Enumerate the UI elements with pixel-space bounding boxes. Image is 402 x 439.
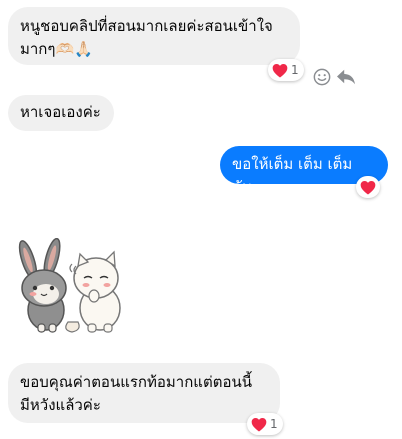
heart-icon: [360, 180, 376, 194]
reaction-badge[interactable]: 1: [356, 176, 380, 198]
message-bubble-incoming[interactable]: ขอบคุณค่าตอนแรกท้อมากแต่ตอนนี้ มีหวังแล้…: [8, 363, 280, 423]
reaction-badge[interactable]: 1: [247, 413, 283, 435]
heart-icon: [272, 63, 288, 77]
smiley-icon[interactable]: [313, 68, 331, 86]
reaction-badge[interactable]: 1: [268, 59, 304, 81]
reply-icon[interactable]: [336, 68, 356, 86]
heart-icon: [251, 417, 267, 431]
bunny-and-cat-sticker[interactable]: [8, 238, 126, 334]
reaction-count: 1: [270, 417, 278, 431]
message-bubble-incoming[interactable]: หนูชอบคลิปที่สอนมากเลยค่ะสอนเข้าใจ มากๆ🫶…: [8, 7, 300, 65]
reaction-count: 1: [291, 63, 299, 77]
message-bubble-incoming[interactable]: หาเจอเองค่ะ: [8, 95, 114, 131]
